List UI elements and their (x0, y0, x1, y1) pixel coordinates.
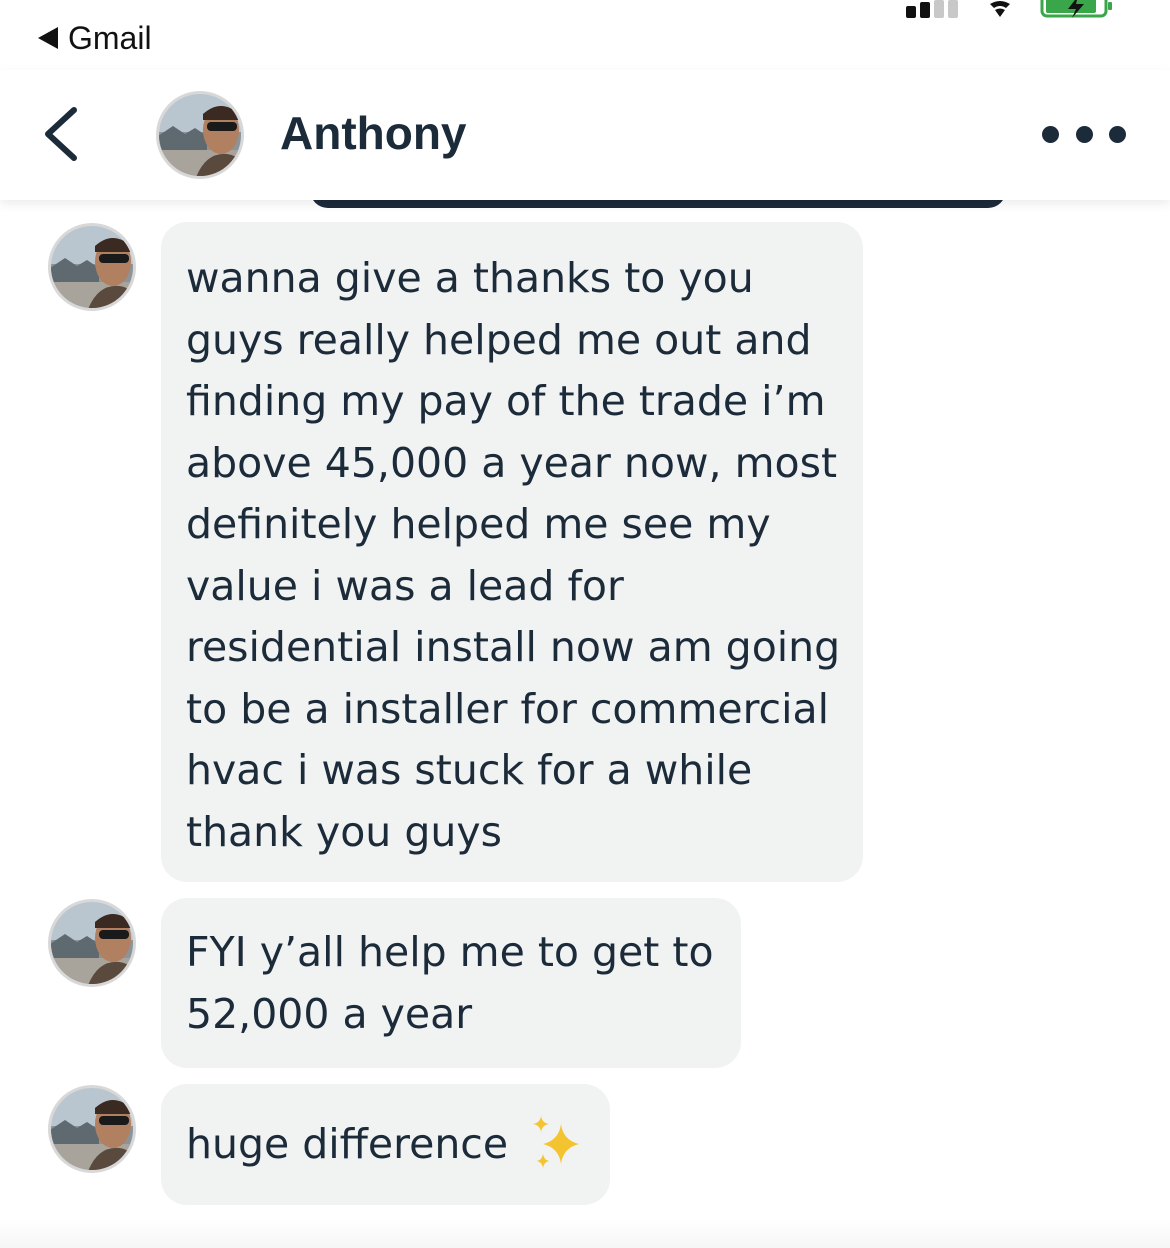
status-bar: Gmail (0, 0, 1170, 70)
conversation-header: Anthony (0, 70, 1170, 200)
more-dot (1109, 125, 1126, 143)
back-triangle-icon (38, 27, 58, 49)
composer-edge (0, 1218, 1170, 1248)
battery-charging-icon (1040, 0, 1112, 18)
sender-avatar[interactable] (47, 222, 137, 312)
more-options-icon[interactable] (1042, 122, 1126, 146)
message-text: wanna give a thanks to you guys really h… (186, 254, 841, 856)
sender-avatar[interactable] (47, 898, 137, 988)
message-text: huge difference (186, 1120, 509, 1168)
cellular-signal-icon (906, 0, 962, 18)
chevron-left-icon[interactable] (40, 106, 84, 162)
message-bubble[interactable]: huge difference (161, 1084, 610, 1205)
contact-name: Anthony (280, 107, 467, 159)
message-bubble[interactable]: FYI y’all help me to get to 52,000 a yea… (161, 898, 741, 1068)
message-text: FYI y’all help me to get to 52,000 a yea… (186, 928, 714, 1038)
wifi-icon (990, 1, 1010, 17)
back-to-app-link[interactable]: Gmail (38, 18, 152, 58)
back-app-label: Gmail (68, 19, 152, 56)
more-dot (1075, 125, 1093, 143)
more-dot (1042, 125, 1059, 143)
message-bubble[interactable]: wanna give a thanks to you guys really h… (161, 222, 863, 882)
sparkles-icon (533, 1116, 580, 1168)
contact-avatar[interactable] (155, 90, 245, 180)
sender-avatar[interactable] (47, 1084, 137, 1174)
